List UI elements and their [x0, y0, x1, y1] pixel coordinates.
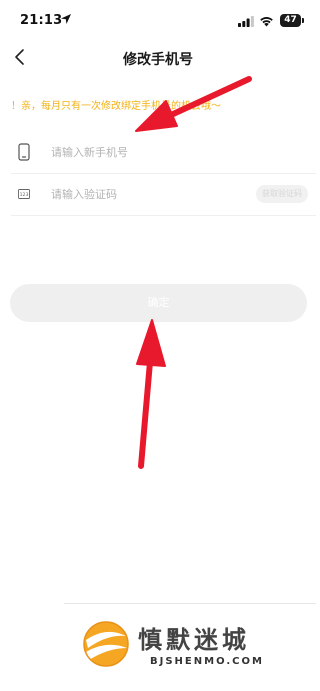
status-bar: 21:13 47: [0, 0, 316, 40]
arrow-to-confirm-button: [136, 319, 166, 469]
page-title: 修改手机号: [123, 52, 193, 68]
verification-code-row: 123 获取验证码: [11, 173, 316, 216]
battery-level: 47: [284, 15, 297, 25]
new-phone-row: [11, 131, 316, 174]
verification-code-icon: 123: [18, 189, 30, 199]
location-arrow-icon: [61, 14, 71, 24]
svg-text:123: 123: [20, 192, 29, 198]
status-time: 21:13: [20, 13, 63, 28]
watermark-domain: BJSHENMO.COM: [150, 656, 264, 667]
watermark-logo-icon: [83, 621, 129, 667]
watermark-divider: [64, 603, 316, 604]
verification-code-input[interactable]: [51, 182, 271, 206]
cellular-signal-icon: [238, 16, 254, 27]
get-code-button[interactable]: 获取验证码: [256, 185, 308, 203]
phone-icon: [18, 143, 30, 161]
confirm-button[interactable]: 确定: [10, 284, 307, 322]
battery-cap: [302, 18, 304, 23]
wifi-icon: [260, 17, 273, 27]
new-phone-input[interactable]: [51, 140, 271, 164]
battery-indicator: 47: [280, 14, 304, 27]
notice-text: ！亲，每月只有一次修改绑定手机号的机会哦～: [11, 101, 221, 112]
watermark-name: 慎默迷城: [138, 626, 250, 654]
